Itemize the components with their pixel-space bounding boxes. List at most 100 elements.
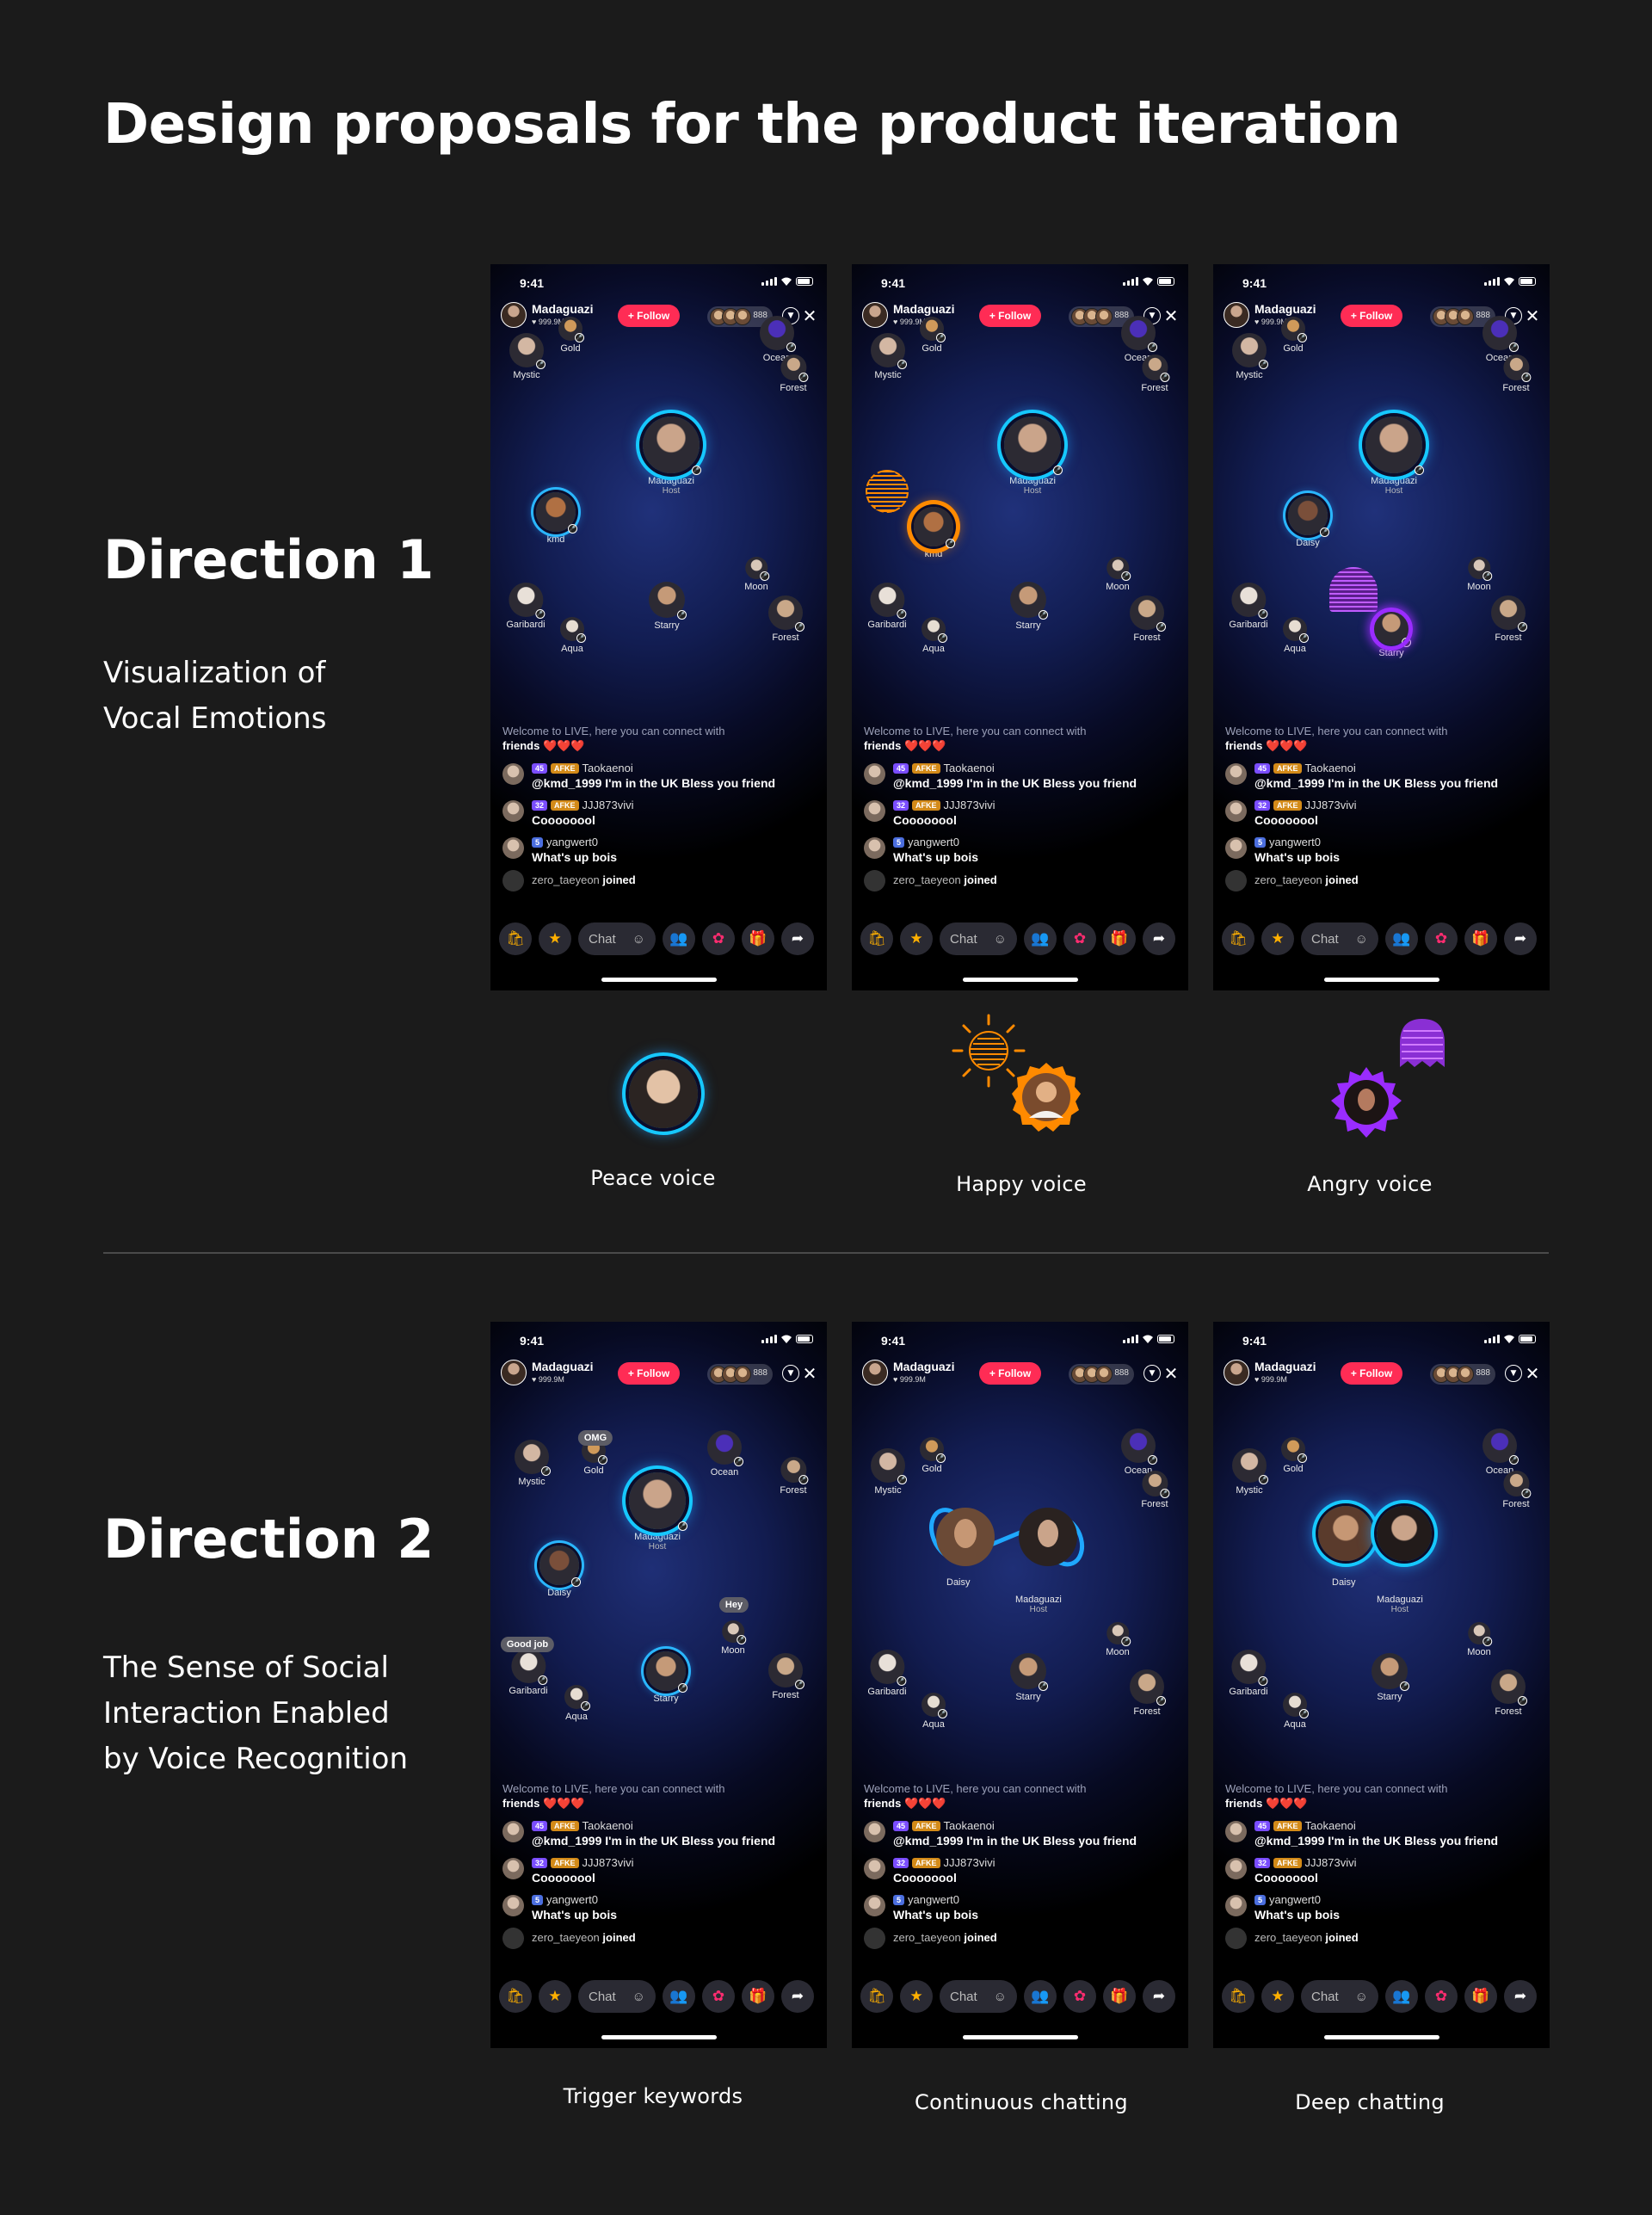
user-forest[interactable]: 🎤 Forest bbox=[1141, 1471, 1169, 1509]
user-ocean[interactable]: 🎤 Ocean bbox=[707, 1430, 743, 1478]
user-forest-b[interactable]: 🎤 Forest bbox=[768, 1653, 804, 1700]
user-mystic[interactable]: 🎤 Mystic bbox=[1232, 333, 1268, 380]
gift-icon[interactable]: 🎁 bbox=[1103, 922, 1136, 955]
user-mystic[interactable]: 🎤 Mystic bbox=[509, 333, 546, 380]
user-moon[interactable]: 🎤 Moon bbox=[1467, 1622, 1492, 1657]
user-forest[interactable]: 🎤 Forest bbox=[1502, 355, 1531, 393]
rose-icon[interactable]: ✿ bbox=[1063, 1980, 1096, 2013]
chevron-down-icon[interactable]: ▼ bbox=[782, 1365, 799, 1382]
gift-icon[interactable]: 🎁 bbox=[742, 922, 774, 955]
user-moon[interactable]: 🎤 Moon bbox=[1106, 557, 1131, 592]
user-starry[interactable]: 🎤 Starry bbox=[1372, 1653, 1409, 1702]
host-avatar[interactable] bbox=[862, 302, 888, 328]
chat-input[interactable]: Chat ☺ bbox=[1301, 922, 1378, 955]
close-icon[interactable]: ✕ bbox=[801, 1363, 818, 1384]
share-icon[interactable]: ➦ bbox=[1143, 922, 1175, 955]
rose-icon[interactable]: ✿ bbox=[702, 1980, 735, 2013]
user-gold[interactable]: 🎤 Gold bbox=[1281, 1437, 1307, 1474]
user-moon[interactable]: 🎤 Moon bbox=[744, 557, 769, 592]
rose-icon[interactable]: ✿ bbox=[702, 922, 735, 955]
gift-icon[interactable]: 🎁 bbox=[1103, 1980, 1136, 2013]
user-madaguazi[interactable]: Madaguazi Host bbox=[1015, 1592, 1062, 1615]
star-gift-icon[interactable]: ★ bbox=[1261, 1980, 1294, 2013]
emoji-icon[interactable]: ☺ bbox=[632, 932, 645, 947]
shop-bag-icon[interactable]: 🛍 bbox=[860, 1980, 893, 2013]
user-madaguazi[interactable]: 🎤 Madaguazi Host bbox=[1365, 416, 1424, 497]
user-gold[interactable]: 🎤 Gold bbox=[558, 317, 584, 354]
user-garibardi[interactable]: 🎤 Garibardi bbox=[867, 1650, 907, 1697]
close-icon[interactable]: ✕ bbox=[1524, 305, 1541, 326]
gift-icon[interactable]: 🎁 bbox=[742, 1980, 774, 2013]
share-icon[interactable]: ➦ bbox=[1504, 1980, 1537, 2013]
share-icon[interactable]: ➦ bbox=[781, 1980, 814, 2013]
guest-icon[interactable]: 👥 bbox=[663, 922, 695, 955]
share-icon[interactable]: ➦ bbox=[1504, 922, 1537, 955]
host-avatar[interactable] bbox=[1224, 1360, 1249, 1385]
emoji-icon[interactable]: ☺ bbox=[1355, 1990, 1368, 2004]
user-mystic[interactable]: 🎤 Mystic bbox=[1232, 1448, 1268, 1496]
shop-bag-icon[interactable]: 🛍 bbox=[1222, 922, 1254, 955]
user-mystic[interactable]: 🎤 Mystic bbox=[871, 1448, 907, 1496]
user-starry[interactable]: 🎤 Starry bbox=[649, 582, 687, 631]
user-forest[interactable]: 🎤 Forest bbox=[1141, 355, 1169, 393]
chat-message[interactable]: 5 yangwert0 What's up bois bbox=[864, 1893, 1178, 1922]
emoji-icon[interactable]: ☺ bbox=[1355, 932, 1368, 947]
follow-button[interactable]: + Follow bbox=[618, 1362, 680, 1385]
user-moon[interactable]: 🎤 Moon bbox=[1467, 557, 1492, 592]
user-forest-b[interactable]: 🎤 Forest bbox=[1130, 595, 1166, 643]
user-ocean[interactable]: 🎤 Ocean bbox=[1482, 1428, 1519, 1476]
gift-icon[interactable]: 🎁 bbox=[1464, 922, 1497, 955]
guest-icon[interactable]: 👥 bbox=[663, 1980, 695, 2013]
user-aqua[interactable]: 🎤 Aqua bbox=[1283, 1693, 1309, 1730]
viewer-list[interactable]: 888 bbox=[1430, 1364, 1495, 1385]
share-icon[interactable]: ➦ bbox=[781, 922, 814, 955]
user-gold[interactable]: 🎤 Gold bbox=[920, 317, 946, 354]
user-madaguazi[interactable]: 🎤 Madaguazi Host bbox=[643, 416, 701, 497]
user-starry[interactable]: 🎤 Starry bbox=[1010, 582, 1048, 631]
user-mystic[interactable]: 🎤 Mystic bbox=[515, 1440, 551, 1487]
chat-message[interactable]: 45 AFKE Taokaenoi @kmd_1999 I'm in the U… bbox=[502, 1819, 817, 1848]
guest-icon[interactable]: 👥 bbox=[1024, 922, 1057, 955]
chat-message[interactable]: 45 AFKE Taokaenoi @kmd_1999 I'm in the U… bbox=[1225, 762, 1539, 790]
chat-input[interactable]: Chat ☺ bbox=[940, 922, 1017, 955]
chat-message[interactable]: 5 yangwert0 What's up bois bbox=[1225, 1893, 1539, 1922]
chat-message[interactable]: 32 AFKE JJJ873vivi Coooooool bbox=[1225, 799, 1539, 827]
emoji-icon[interactable]: ☺ bbox=[994, 932, 1007, 947]
chat-message[interactable]: 32 AFKE JJJ873vivi Coooooool bbox=[502, 1856, 817, 1885]
viewer-list[interactable]: 888 bbox=[1069, 1364, 1134, 1385]
host-avatar[interactable] bbox=[1224, 302, 1249, 328]
rose-icon[interactable]: ✿ bbox=[1063, 922, 1096, 955]
rose-icon[interactable]: ✿ bbox=[1425, 1980, 1458, 2013]
user-garibardi[interactable]: 🎤 Garibardi bbox=[867, 583, 907, 630]
chat-input[interactable]: Chat ☺ bbox=[940, 1980, 1017, 2013]
star-gift-icon[interactable]: ★ bbox=[1261, 922, 1294, 955]
user-aqua[interactable]: 🎤 Aqua bbox=[922, 617, 947, 654]
share-icon[interactable]: ➦ bbox=[1143, 1980, 1175, 2013]
user-aqua[interactable]: 🎤 Aqua bbox=[560, 617, 586, 654]
host-avatar[interactable] bbox=[501, 1360, 527, 1385]
chevron-down-icon[interactable]: ▼ bbox=[1505, 1365, 1522, 1382]
chat-message[interactable]: 32 AFKE JJJ873vivi Coooooool bbox=[502, 799, 817, 827]
shop-bag-icon[interactable]: 🛍 bbox=[499, 1980, 532, 2013]
follow-button[interactable]: + Follow bbox=[1341, 1362, 1402, 1385]
host-avatar[interactable] bbox=[501, 302, 527, 328]
emoji-icon[interactable]: ☺ bbox=[994, 1990, 1007, 2004]
user-ocean[interactable]: 🎤 Ocean bbox=[1121, 1428, 1157, 1476]
shop-bag-icon[interactable]: 🛍 bbox=[1222, 1980, 1254, 2013]
chat-message[interactable]: 5 yangwert0 What's up bois bbox=[1225, 836, 1539, 864]
rose-icon[interactable]: ✿ bbox=[1425, 922, 1458, 955]
chat-message[interactable]: 45 AFKE Taokaenoi @kmd_1999 I'm in the U… bbox=[1225, 1819, 1539, 1848]
viewer-list[interactable]: 888 bbox=[707, 1364, 773, 1385]
user-kmd[interactable]: 🎤 kmd bbox=[536, 492, 577, 545]
chat-message[interactable]: 5 yangwert0 What's up bois bbox=[502, 1893, 817, 1922]
host-avatar[interactable] bbox=[862, 1360, 888, 1385]
gift-icon[interactable]: 🎁 bbox=[1464, 1980, 1497, 2013]
user-madaguazi[interactable]: Madaguazi Host bbox=[1377, 1592, 1423, 1615]
chat-message[interactable]: 45 AFKE Taokaenoi @kmd_1999 I'm in the U… bbox=[864, 1819, 1178, 1848]
follow-button[interactable]: + Follow bbox=[979, 1362, 1041, 1385]
user-forest-b[interactable]: 🎤 Forest bbox=[768, 595, 804, 643]
user-mystic[interactable]: 🎤 Mystic bbox=[871, 333, 907, 380]
chat-message[interactable]: 32 AFKE JJJ873vivi Coooooool bbox=[1225, 1856, 1539, 1885]
star-gift-icon[interactable]: ★ bbox=[539, 922, 571, 955]
user-starry[interactable]: 🎤 Starry bbox=[1010, 1653, 1048, 1702]
